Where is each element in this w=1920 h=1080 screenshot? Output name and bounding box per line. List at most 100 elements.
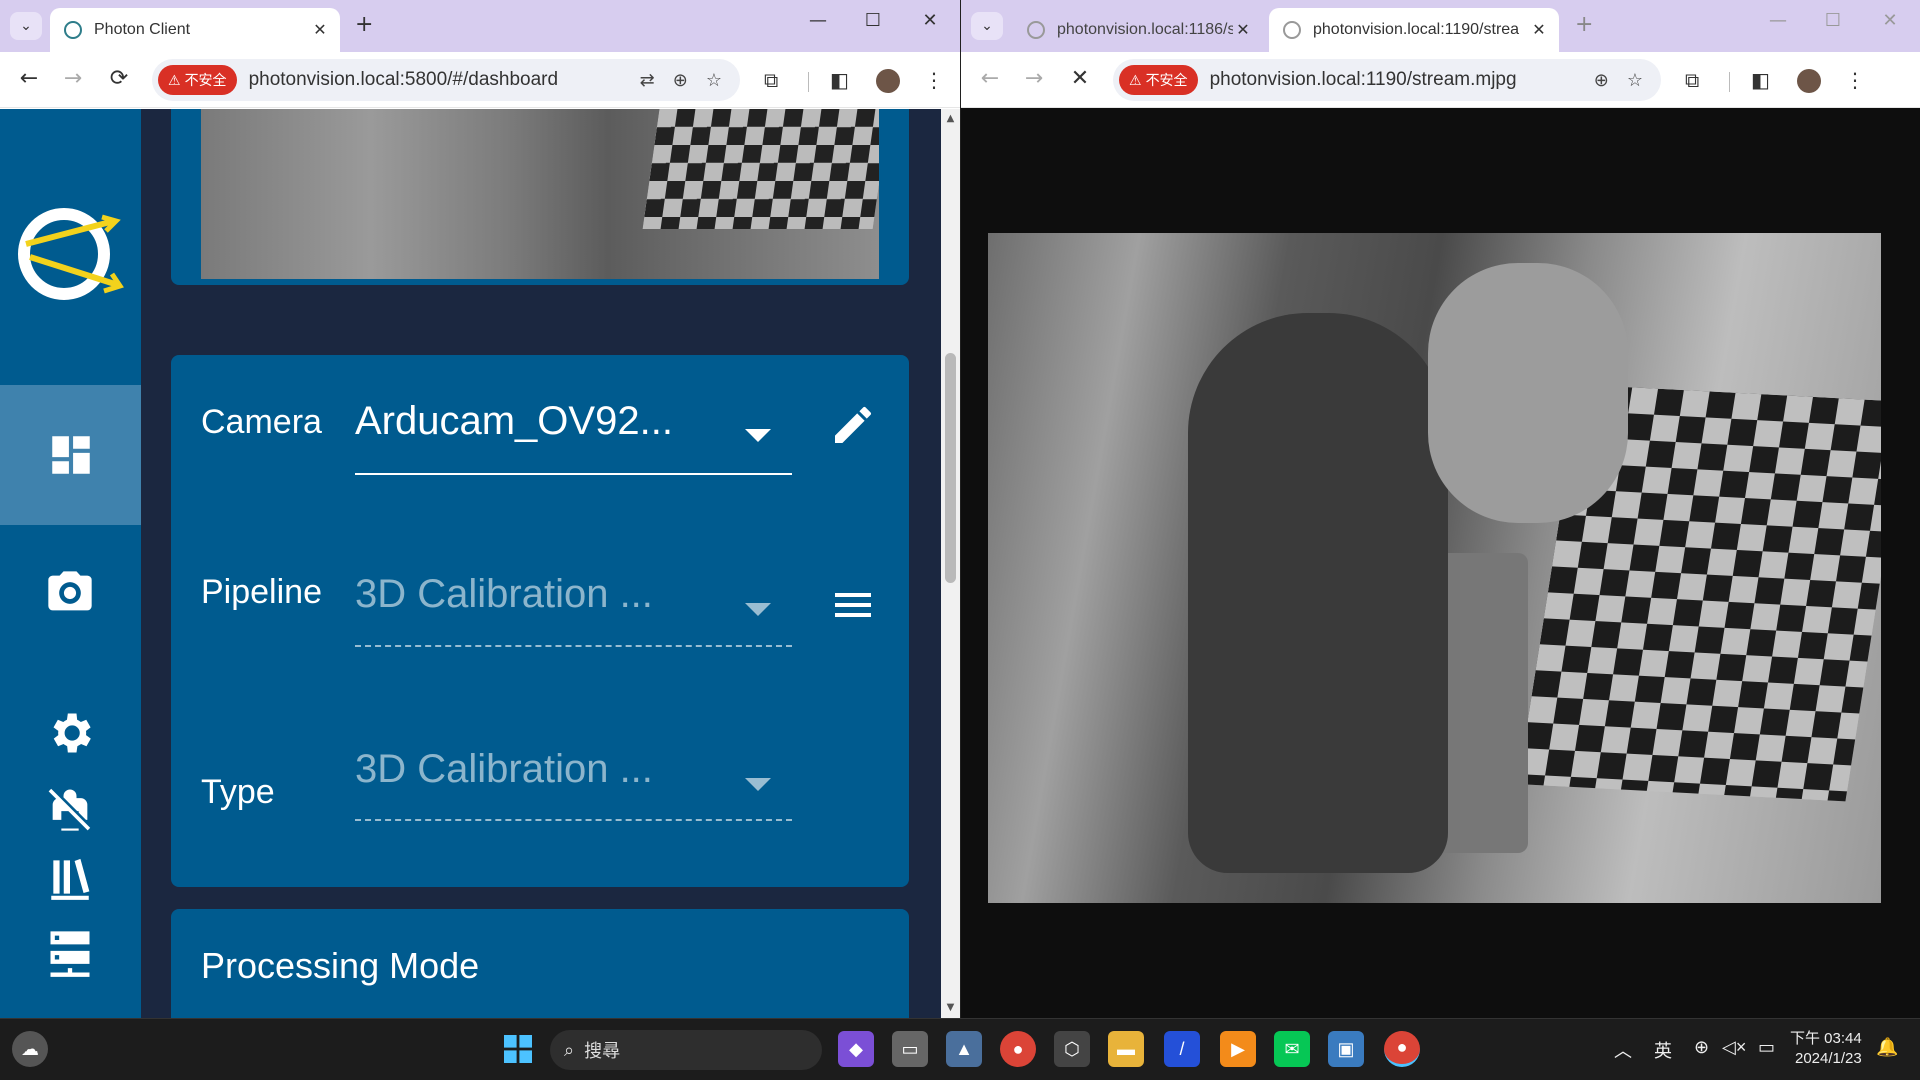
mjpeg-stream-image [988, 233, 1881, 903]
line-messenger-icon[interactable]: ✉ [1274, 1031, 1310, 1067]
library-icon [51, 858, 90, 900]
pipeline-select-underline [355, 645, 792, 647]
bookmark-star-icon[interactable]: ☆ [706, 70, 722, 91]
type-select-value[interactable]: 3D Calibration ... [355, 747, 715, 792]
preview-checkerboard [642, 109, 879, 229]
tab-stream-1190[interactable]: photonvision.local:1190/strea ✕ [1269, 8, 1559, 52]
security-warning-badge[interactable]: ⚠ 不安全 [1119, 65, 1198, 95]
sidebar-item-dashboard[interactable] [0, 385, 141, 525]
network-icon[interactable]: ⊕ [1694, 1037, 1709, 1058]
battery-icon[interactable]: ▭ [1758, 1037, 1775, 1058]
pipeline-menu-button[interactable] [827, 579, 879, 631]
stop-loading-button[interactable]: ✕ [1065, 66, 1095, 92]
zoom-icon[interactable]: ⊕ [1594, 70, 1609, 91]
zoom-icon[interactable]: ⊕ [673, 70, 688, 91]
tab-stream-1186[interactable]: photonvision.local:1186/strea ✕ [1013, 8, 1263, 52]
tab-photon-client[interactable]: Photon Client ✕ [50, 8, 340, 52]
scroll-up-arrow-icon[interactable]: ▲ [941, 113, 960, 124]
security-label: 不安全 [184, 72, 227, 88]
unity-icon[interactable]: ⬡ [1054, 1031, 1090, 1067]
camera-select-value[interactable]: Arducam_OV92... [355, 399, 715, 444]
close-window-button[interactable]: ✕ [905, 10, 955, 31]
notification-bell-icon[interactable]: 🔔 [1876, 1037, 1898, 1058]
camera-dropdown-chevron-icon[interactable] [745, 429, 771, 442]
edit-camera-button[interactable] [827, 399, 879, 451]
vs-code-icon[interactable]: / [1164, 1031, 1200, 1067]
side-panel-icon[interactable]: ◧ [830, 68, 849, 92]
file-explorer-icon[interactable]: ▬ [1108, 1031, 1144, 1067]
photon-favicon-icon [64, 21, 82, 39]
page-scrollbar[interactable]: ▲ ▼ [941, 109, 960, 1018]
toolbar-divider [808, 72, 809, 92]
dashboard-icon [51, 436, 90, 474]
type-label: Type [201, 773, 275, 811]
weather-widget-icon[interactable]: ☁ [12, 1031, 48, 1067]
new-tab-button[interactable]: + [1575, 12, 1593, 37]
loading-favicon-icon [1283, 21, 1301, 39]
type-select-underline [355, 819, 792, 821]
remote-desktop-icon[interactable]: ▣ [1328, 1031, 1364, 1067]
taskbar-search-box[interactable]: ⌕ 搜尋 [550, 1030, 822, 1070]
processing-mode-card: Processing Mode [171, 909, 909, 1018]
scroll-down-arrow-icon[interactable]: ▼ [941, 1002, 960, 1013]
camera-select-underline [355, 473, 792, 475]
left-tab-strip: ⌄ Photon Client ✕ + — ☐ ✕ [0, 0, 960, 52]
type-dropdown-chevron-icon[interactable] [745, 778, 771, 791]
back-button[interactable]: ← [975, 66, 1005, 92]
profile-avatar[interactable] [1797, 69, 1821, 93]
camera-icon [48, 571, 92, 611]
extensions-icon[interactable]: ⧉ [1685, 68, 1699, 92]
menu-kebab-icon[interactable]: ⋮ [1845, 68, 1865, 92]
translate-icon[interactable]: ⇄ [640, 70, 655, 91]
address-bar[interactable]: ⚠ 不安全 photonvision.local:5800/#/dashboar… [152, 59, 740, 101]
volume-muted-icon[interactable]: ◁× [1722, 1037, 1746, 1058]
forward-button[interactable]: → [58, 66, 88, 92]
reload-button[interactable]: ⟳ [104, 66, 134, 92]
side-panel-icon[interactable]: ◧ [1751, 68, 1770, 92]
ime-indicator[interactable]: 英 [1654, 1037, 1672, 1063]
camera-preview-stream [201, 109, 879, 279]
sidebar-item-docs[interactable] [44, 851, 96, 903]
sidebar-item-network[interactable] [44, 927, 96, 979]
pipeline-select-value[interactable]: 3D Calibration ... [355, 572, 715, 617]
maximize-button[interactable]: ☐ [848, 10, 898, 31]
minimize-button[interactable]: — [1753, 10, 1803, 31]
chrome-active-icon[interactable]: ● [1384, 1031, 1420, 1067]
media-player-icon[interactable]: ▶ [1220, 1031, 1256, 1067]
sidebar-item-robot[interactable] [44, 783, 96, 835]
warning-icon: ⚠ [168, 71, 181, 88]
tray-overflow-icon[interactable]: ︿ [1614, 1037, 1632, 1063]
start-button[interactable] [500, 1031, 536, 1067]
chrome-icon[interactable]: ● [1000, 1031, 1036, 1067]
task-view-icon[interactable]: ▭ [892, 1031, 928, 1067]
maximize-button[interactable]: ☐ [1808, 10, 1858, 31]
new-tab-button[interactable]: + [355, 12, 373, 37]
scroll-thumb[interactable] [945, 353, 956, 583]
menu-kebab-icon[interactable]: ⋮ [924, 68, 944, 92]
address-bar[interactable]: ⚠ 不安全 photonvision.local:1190/stream.mjp… [1113, 59, 1661, 101]
photos-app-icon[interactable]: ▲ [946, 1031, 982, 1067]
close-window-button[interactable]: ✕ [1865, 10, 1915, 31]
right-tab-search-button[interactable]: ⌄ [971, 12, 1003, 40]
minimize-button[interactable]: — [793, 10, 843, 31]
pipeline-dropdown-chevron-icon[interactable] [745, 603, 771, 616]
extensions-icon[interactable]: ⧉ [764, 68, 778, 92]
bookmark-star-icon[interactable]: ☆ [1627, 70, 1643, 91]
tab-search-button[interactable]: ⌄ [10, 12, 42, 40]
tab-close-button[interactable]: ✕ [310, 20, 330, 40]
profile-avatar[interactable] [876, 69, 900, 93]
right-tab-strip: ⌄ photonvision.local:1186/strea ✕ photon… [961, 0, 1920, 52]
tab-close-button[interactable]: ✕ [1529, 20, 1549, 40]
sidebar-item-cameras[interactable] [44, 567, 96, 619]
search-placeholder: 搜尋 [584, 1041, 621, 1061]
forward-button[interactable]: → [1019, 66, 1049, 92]
url-text[interactable]: photonvision.local:1190/stream.mjpg [1210, 69, 1594, 91]
tab-close-button[interactable]: ✕ [1233, 20, 1253, 40]
sidebar-item-settings[interactable] [44, 707, 96, 759]
security-warning-badge[interactable]: ⚠ 不安全 [158, 65, 237, 95]
copilot-icon[interactable]: ◆ [838, 1031, 874, 1067]
gear-icon [53, 713, 91, 753]
taskbar-clock[interactable]: 下午 03:44 2024/1/23 [1790, 1029, 1862, 1069]
url-text[interactable]: photonvision.local:5800/#/dashboard [249, 69, 640, 91]
back-button[interactable]: ← [14, 66, 44, 92]
